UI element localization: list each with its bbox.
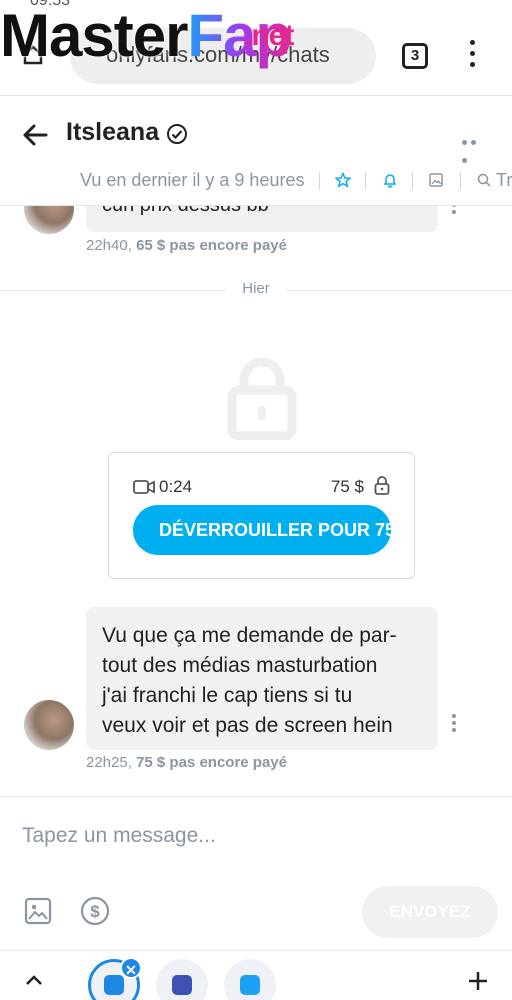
image-upload-icon[interactable] [24, 897, 52, 925]
lock-icon [227, 357, 297, 440]
header-divider [0, 205, 512, 206]
browser-toolbar: 09:53 onlyfans.com/my/chats 3 MasterFap … [0, 0, 512, 96]
chevron-up-icon[interactable] [24, 973, 44, 987]
message-options-icon[interactable] [451, 714, 457, 734]
search-icon[interactable] [476, 172, 492, 188]
message-meta: 22h40, 65 $ pas encore payé [86, 237, 287, 254]
close-icon[interactable]: ✕ [120, 957, 142, 979]
avatar[interactable] [24, 700, 74, 750]
date-divider-line [0, 290, 226, 291]
tab-switcher-button[interactable]: 3 [402, 43, 428, 69]
chat-title[interactable]: Itsleana [66, 118, 159, 147]
message-input[interactable] [22, 818, 482, 854]
browser-bottom-bar: ✕ [0, 950, 512, 1000]
send-button[interactable]: ENVOYEZ [362, 886, 498, 938]
twitter-app-icon[interactable] [224, 959, 276, 1000]
calendar-app-icon[interactable] [156, 959, 208, 1000]
locked-media-card[interactable]: 0:24 75 $ DÉVERROUILLER POUR 75 $ [108, 452, 415, 579]
watermark-logo: MasterFap .net [0, 2, 294, 69]
browser-menu-icon[interactable] [462, 40, 482, 72]
video-icon [133, 480, 155, 494]
video-duration: 0:24 [159, 477, 193, 496]
lock-icon [374, 476, 390, 495]
message-bubble[interactable]: Vu que ça me demande de par- tout des mé… [86, 607, 438, 750]
plus-icon[interactable] [466, 969, 490, 993]
search-label[interactable]: Tr [496, 170, 512, 191]
date-divider-line [286, 290, 512, 291]
verified-badge-icon [167, 124, 187, 144]
message-text: Vu que ça me demande de par- tout des mé… [102, 624, 397, 737]
chat-options-icon[interactable] [462, 132, 488, 163]
star-icon[interactable] [335, 172, 351, 188]
bell-icon[interactable] [382, 172, 398, 188]
tip-dollar-icon[interactable]: $ [80, 896, 110, 926]
composer-divider [0, 796, 512, 797]
back-arrow-icon[interactable] [20, 120, 50, 150]
gallery-icon[interactable] [428, 172, 444, 188]
unlock-button[interactable]: DÉVERROUILLER POUR 75 $ [133, 505, 391, 555]
date-divider: Hier [232, 280, 280, 297]
chat-subbar: Vu en dernier il y a 9 heures Tr [0, 164, 512, 196]
media-price: 75 $ [330, 477, 364, 496]
last-seen-text: Vu en dernier il y a 9 heures [80, 170, 305, 190]
svg-text:$: $ [90, 902, 100, 921]
message-meta: 22h25, 75 $ pas encore payé [86, 754, 287, 771]
